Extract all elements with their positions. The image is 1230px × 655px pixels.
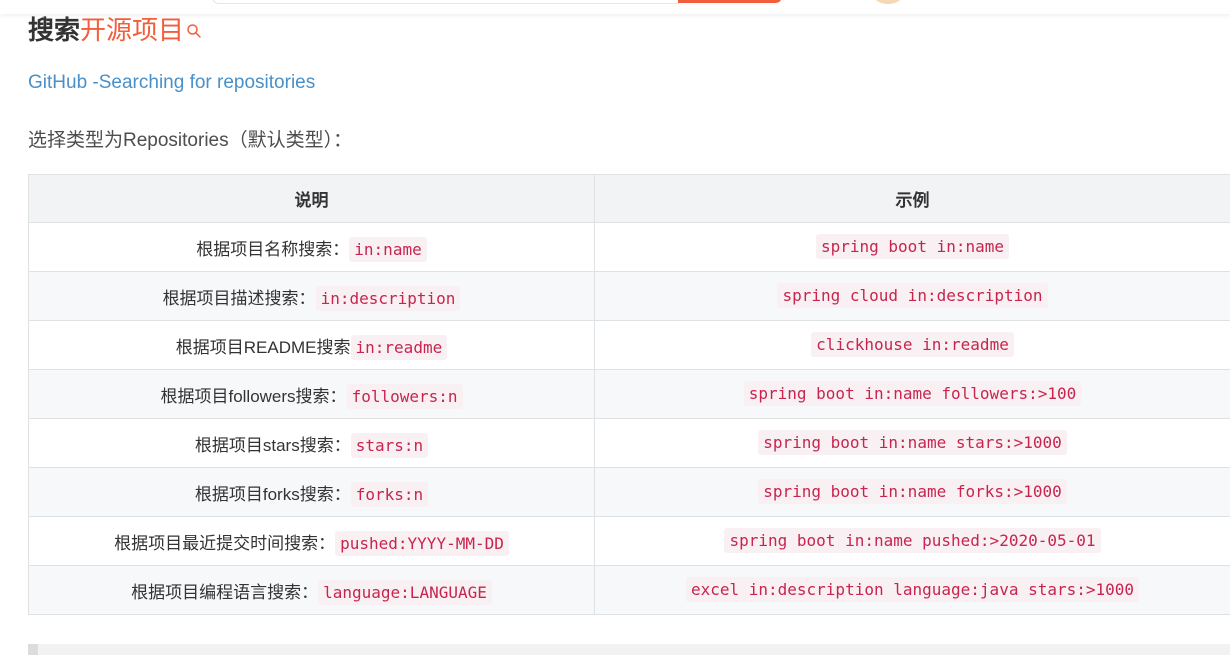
table-row: 根据项目forks搜索： forks:n spring boot in:name … (28, 467, 1230, 517)
example-code: spring boot in:name followers:>100 (743, 381, 1082, 406)
title-part-1: 搜索 (28, 15, 81, 45)
qualifier-code: stars:n (350, 432, 429, 458)
column-header-description: 说明 (28, 174, 595, 223)
row-example-cell: spring cloud in:description (594, 271, 1230, 321)
table-row: 根据项目stars搜索： stars:n spring boot in:name … (28, 418, 1230, 468)
row-description-cell: 根据项目stars搜索： stars:n (28, 418, 595, 468)
table-row: 根据项目描述搜索： in:description spring cloud in:… (28, 271, 1230, 321)
example-code: spring boot in:name pushed:>2020-05-01 (724, 528, 1101, 553)
row-description-cell: 根据项目名称搜索： in:name (28, 222, 595, 272)
table-row: 根据项目名称搜索： in:name spring boot in:name (28, 222, 1230, 272)
example-code: spring boot in:name stars:>1000 (758, 430, 1067, 455)
row-example-cell: spring boot in:name followers:>100 (594, 369, 1230, 419)
example-code: spring boot in:name forks:>1000 (758, 479, 1067, 504)
row-description: 根据项目编程语言搜索： (131, 582, 319, 602)
title-part-2: 开源项目 (80, 15, 185, 45)
qualifier-code: in:description (315, 285, 461, 311)
column-header-example: 示例 (594, 174, 1230, 223)
qualifier-code: in:name (349, 236, 427, 262)
row-description: 根据项目描述搜索： (162, 288, 316, 308)
row-description-cell: 根据项目最近提交时间搜索： pushed:YYYY-MM-DD (28, 516, 595, 566)
row-description: 根据项目forks搜索： (194, 484, 351, 504)
row-description: 根据项目README搜索 (175, 337, 351, 357)
row-example-cell: clickhouse in:readme (594, 320, 1230, 370)
example-code: spring boot in:name (815, 234, 1010, 259)
row-example-cell: spring boot in:name forks:>1000 (594, 467, 1230, 517)
page-title: 搜索开源项目 (28, 12, 202, 48)
avatar[interactable] (874, 0, 902, 4)
row-description: 根据项目followers搜索： (160, 386, 347, 406)
row-description-cell: 根据项目forks搜索： forks:n (28, 467, 595, 517)
qualifier-code: in:readme (350, 334, 448, 360)
github-search-docs-link[interactable]: GitHub -Searching for repositories (28, 72, 315, 94)
table-row: 根据项目最近提交时间搜索： pushed:YYYY-MM-DD spring bo… (28, 516, 1230, 566)
table-row: 根据项目README搜索 in:readme clickhouse in:read… (28, 320, 1230, 370)
site-search-input[interactable] (212, 0, 684, 4)
qualifier-code: language:LANGUAGE (318, 579, 492, 605)
example-code: clickhouse in:readme (811, 332, 1014, 357)
search-icon (186, 12, 202, 48)
qualifier-code: forks:n (350, 481, 429, 507)
qualifier-code: followers:n (346, 383, 463, 409)
qualifier-code: pushed:YYYY-MM-DD (335, 530, 509, 556)
search-syntax-table: 说明 示例 根据项目名称搜索： in:name spring boot in:na… (28, 174, 1230, 615)
table-row: 根据项目followers搜索： followers:n spring boot … (28, 369, 1230, 419)
row-description-cell: 根据项目followers搜索： followers:n (28, 369, 595, 419)
example-code: spring cloud in:description (777, 283, 1048, 308)
row-description-cell: 根据项目README搜索 in:readme (28, 320, 595, 370)
site-search-button[interactable] (678, 0, 782, 3)
code-block-top (28, 644, 1230, 655)
row-example-cell: spring boot in:name (594, 222, 1230, 272)
intro-text: 选择类型为Repositories（默认类型）： (28, 130, 353, 151)
table-row: 根据项目编程语言搜索： language:LANGUAGE excel in:de… (28, 565, 1230, 615)
row-description-cell: 根据项目描述搜索： in:description (28, 271, 595, 321)
row-example-cell: excel in:description language:java stars… (594, 565, 1230, 615)
example-code: excel in:description language:java stars… (685, 577, 1140, 602)
row-description-cell: 根据项目编程语言搜索： language:LANGUAGE (28, 565, 595, 615)
row-description: 根据项目最近提交时间搜索： (114, 533, 336, 553)
table-header-row: 说明 示例 (28, 174, 1230, 223)
row-description: 根据项目stars搜索： (194, 435, 351, 455)
row-description: 根据项目名称搜索： (196, 239, 350, 259)
row-example-cell: spring boot in:name stars:>1000 (594, 418, 1230, 468)
row-example-cell: spring boot in:name pushed:>2020-05-01 (594, 516, 1230, 566)
